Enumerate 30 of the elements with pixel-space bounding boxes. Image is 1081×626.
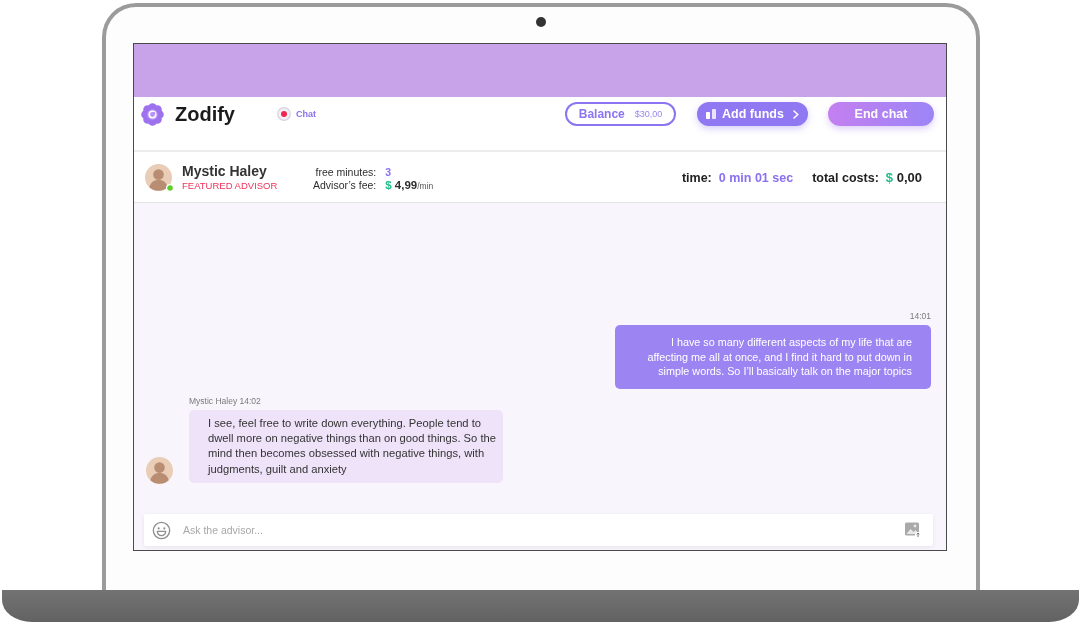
chat-label: Chat: [296, 109, 316, 119]
smiley-icon[interactable]: [152, 520, 171, 540]
add-funds-button[interactable]: Add funds: [697, 102, 808, 126]
advisor-fee-value: $ 4,99/min: [385, 178, 434, 191]
total-costs-value: $ 0,00: [885, 170, 922, 185]
bars-icon: [706, 109, 717, 119]
image-upload-icon[interactable]: [905, 522, 921, 538]
message-input-field[interactable]: Ask the advisor...: [144, 514, 933, 546]
logo-badge-icon: [141, 102, 164, 126]
avatar-icon: [146, 457, 173, 484]
free-minutes-value: 3: [385, 165, 393, 178]
advisor-name: Mystic Haley: [182, 163, 268, 179]
record-dot-icon: [277, 107, 291, 121]
sent-message-bubble: I have so many different aspects of my life that are affecting me all at once, and I find it hard to put down in simple words. So I’ll basically talk on the major topics: [615, 325, 931, 389]
total-costs-label: total costs:: [812, 171, 879, 185]
time-label: time:: [681, 171, 712, 185]
end-chat-button[interactable]: End chat: [828, 102, 934, 126]
time-value: 0 min 01 sec: [718, 171, 794, 185]
message-input[interactable]: Ask the advisor...: [183, 524, 905, 536]
message-time: 14:01: [909, 311, 931, 322]
message-sender-time: Mystic Haley 14:02: [189, 395, 262, 406]
received-message-bubble: I see, feel free to write down everything. People tend to dwell more on negative things than on good things. So the mind then becomes obsessed with negative things, with judgments, guilt and anxiety: [189, 409, 503, 483]
chevron-right-icon: [792, 109, 799, 119]
app-logo-text: Zodify: [175, 102, 235, 126]
camera-icon: [536, 17, 546, 27]
featured-advisor-label: FEATURED ADVISOR: [182, 180, 279, 191]
advisor-fee-label: Advisor’s fee:: [313, 178, 377, 191]
balance-button[interactable]: Balance $30,00: [565, 102, 676, 126]
free-minutes-label: free minutes:: [315, 165, 377, 178]
avatar-icon: [145, 163, 172, 191]
